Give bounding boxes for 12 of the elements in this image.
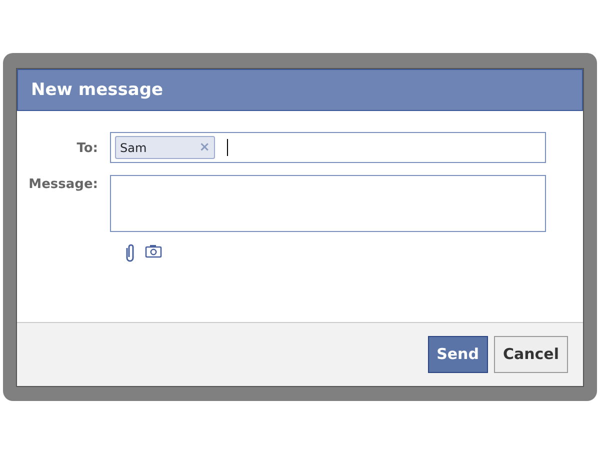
text-cursor: [227, 139, 228, 156]
message-label: Message:: [28, 176, 99, 194]
to-label: To:: [76, 140, 99, 158]
dialog-title: New message: [17, 69, 583, 111]
cancel-button[interactable]: Cancel: [494, 336, 568, 373]
paperclip-icon[interactable]: [124, 244, 136, 262]
camera-icon[interactable]: [145, 244, 162, 258]
recipient-name: Sam: [120, 140, 147, 156]
send-button[interactable]: Send: [428, 336, 488, 373]
message-field[interactable]: [110, 175, 546, 232]
recipient-token[interactable]: Sam ×: [115, 136, 215, 159]
to-field[interactable]: Sam ×: [110, 132, 546, 163]
